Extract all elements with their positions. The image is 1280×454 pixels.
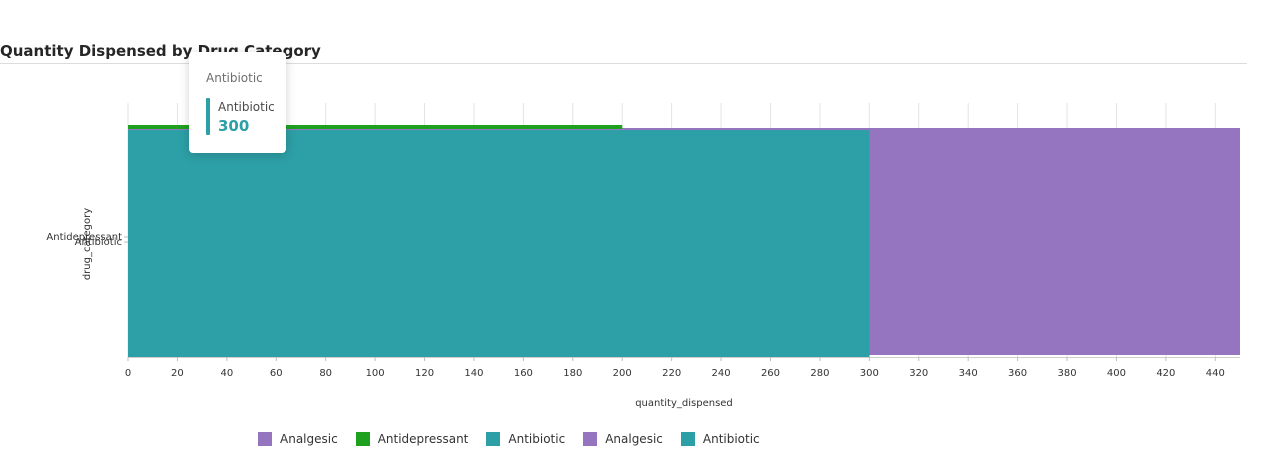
legend-label: Antibiotic [508, 432, 566, 446]
x-tick-label: 400 [1107, 368, 1126, 379]
legend-label: Analgesic [280, 432, 338, 446]
x-tick-label: 60 [270, 368, 283, 379]
legend-item[interactable]: Antibiotic [680, 432, 760, 446]
x-tick-label: 80 [319, 368, 332, 379]
tooltip-series-marker [206, 98, 210, 135]
bar-antibiotic [128, 130, 870, 357]
x-tick-label: 340 [959, 368, 978, 379]
legend-swatch [583, 432, 598, 446]
x-tick-label: 380 [1057, 368, 1076, 379]
y-axis-label: drug_category [82, 208, 93, 280]
tooltip-header: Antibiotic [206, 71, 263, 85]
legend-item[interactable]: Antidepressant [355, 432, 469, 446]
legend-item[interactable]: Antibiotic [486, 432, 565, 446]
chart-legend: Analgesic Antidepressant Antibiotic Analges… [258, 431, 778, 447]
hover-tooltip: Antibiotic Antibiotic 300 [189, 52, 286, 153]
legend-swatch [486, 432, 501, 446]
legend-item[interactable]: Analgesic [258, 432, 338, 446]
x-tick-label: 180 [563, 368, 582, 379]
x-tick-label: 120 [415, 368, 434, 379]
tooltip-value: 300 [218, 117, 250, 135]
x-tick-label: 160 [514, 368, 533, 379]
x-tick-label: 200 [613, 368, 632, 379]
x-tick-label: 40 [220, 368, 233, 379]
x-tick-label: 240 [712, 368, 731, 379]
x-tick-label: 440 [1206, 368, 1225, 379]
x-tick-label: 280 [810, 368, 829, 379]
x-tick-label: 260 [761, 368, 780, 379]
tooltip-series-label: Antibiotic [218, 100, 275, 114]
legend-item[interactable]: Analgesic [583, 432, 663, 446]
legend-swatch [258, 432, 272, 446]
legend-swatch [355, 432, 370, 446]
legend-label: Antibiotic [702, 432, 760, 446]
legend-label: Analgesic [605, 432, 663, 446]
x-tick-label: 140 [464, 368, 483, 379]
x-axis-label: quantity_dispensed [635, 398, 733, 409]
legend-swatch [680, 432, 695, 446]
x-tick-label: 20 [171, 368, 184, 379]
legend-label: Antidepressant [377, 432, 469, 446]
x-tick-label: 0 [125, 368, 131, 379]
x-tick-label: 360 [1008, 368, 1027, 379]
x-tick-label: 320 [909, 368, 928, 379]
x-tick-label: 420 [1156, 368, 1175, 379]
x-tick-label: 100 [366, 368, 385, 379]
bars [128, 125, 1240, 357]
x-tick-label: 220 [662, 368, 681, 379]
x-tick-label: 300 [860, 368, 879, 379]
